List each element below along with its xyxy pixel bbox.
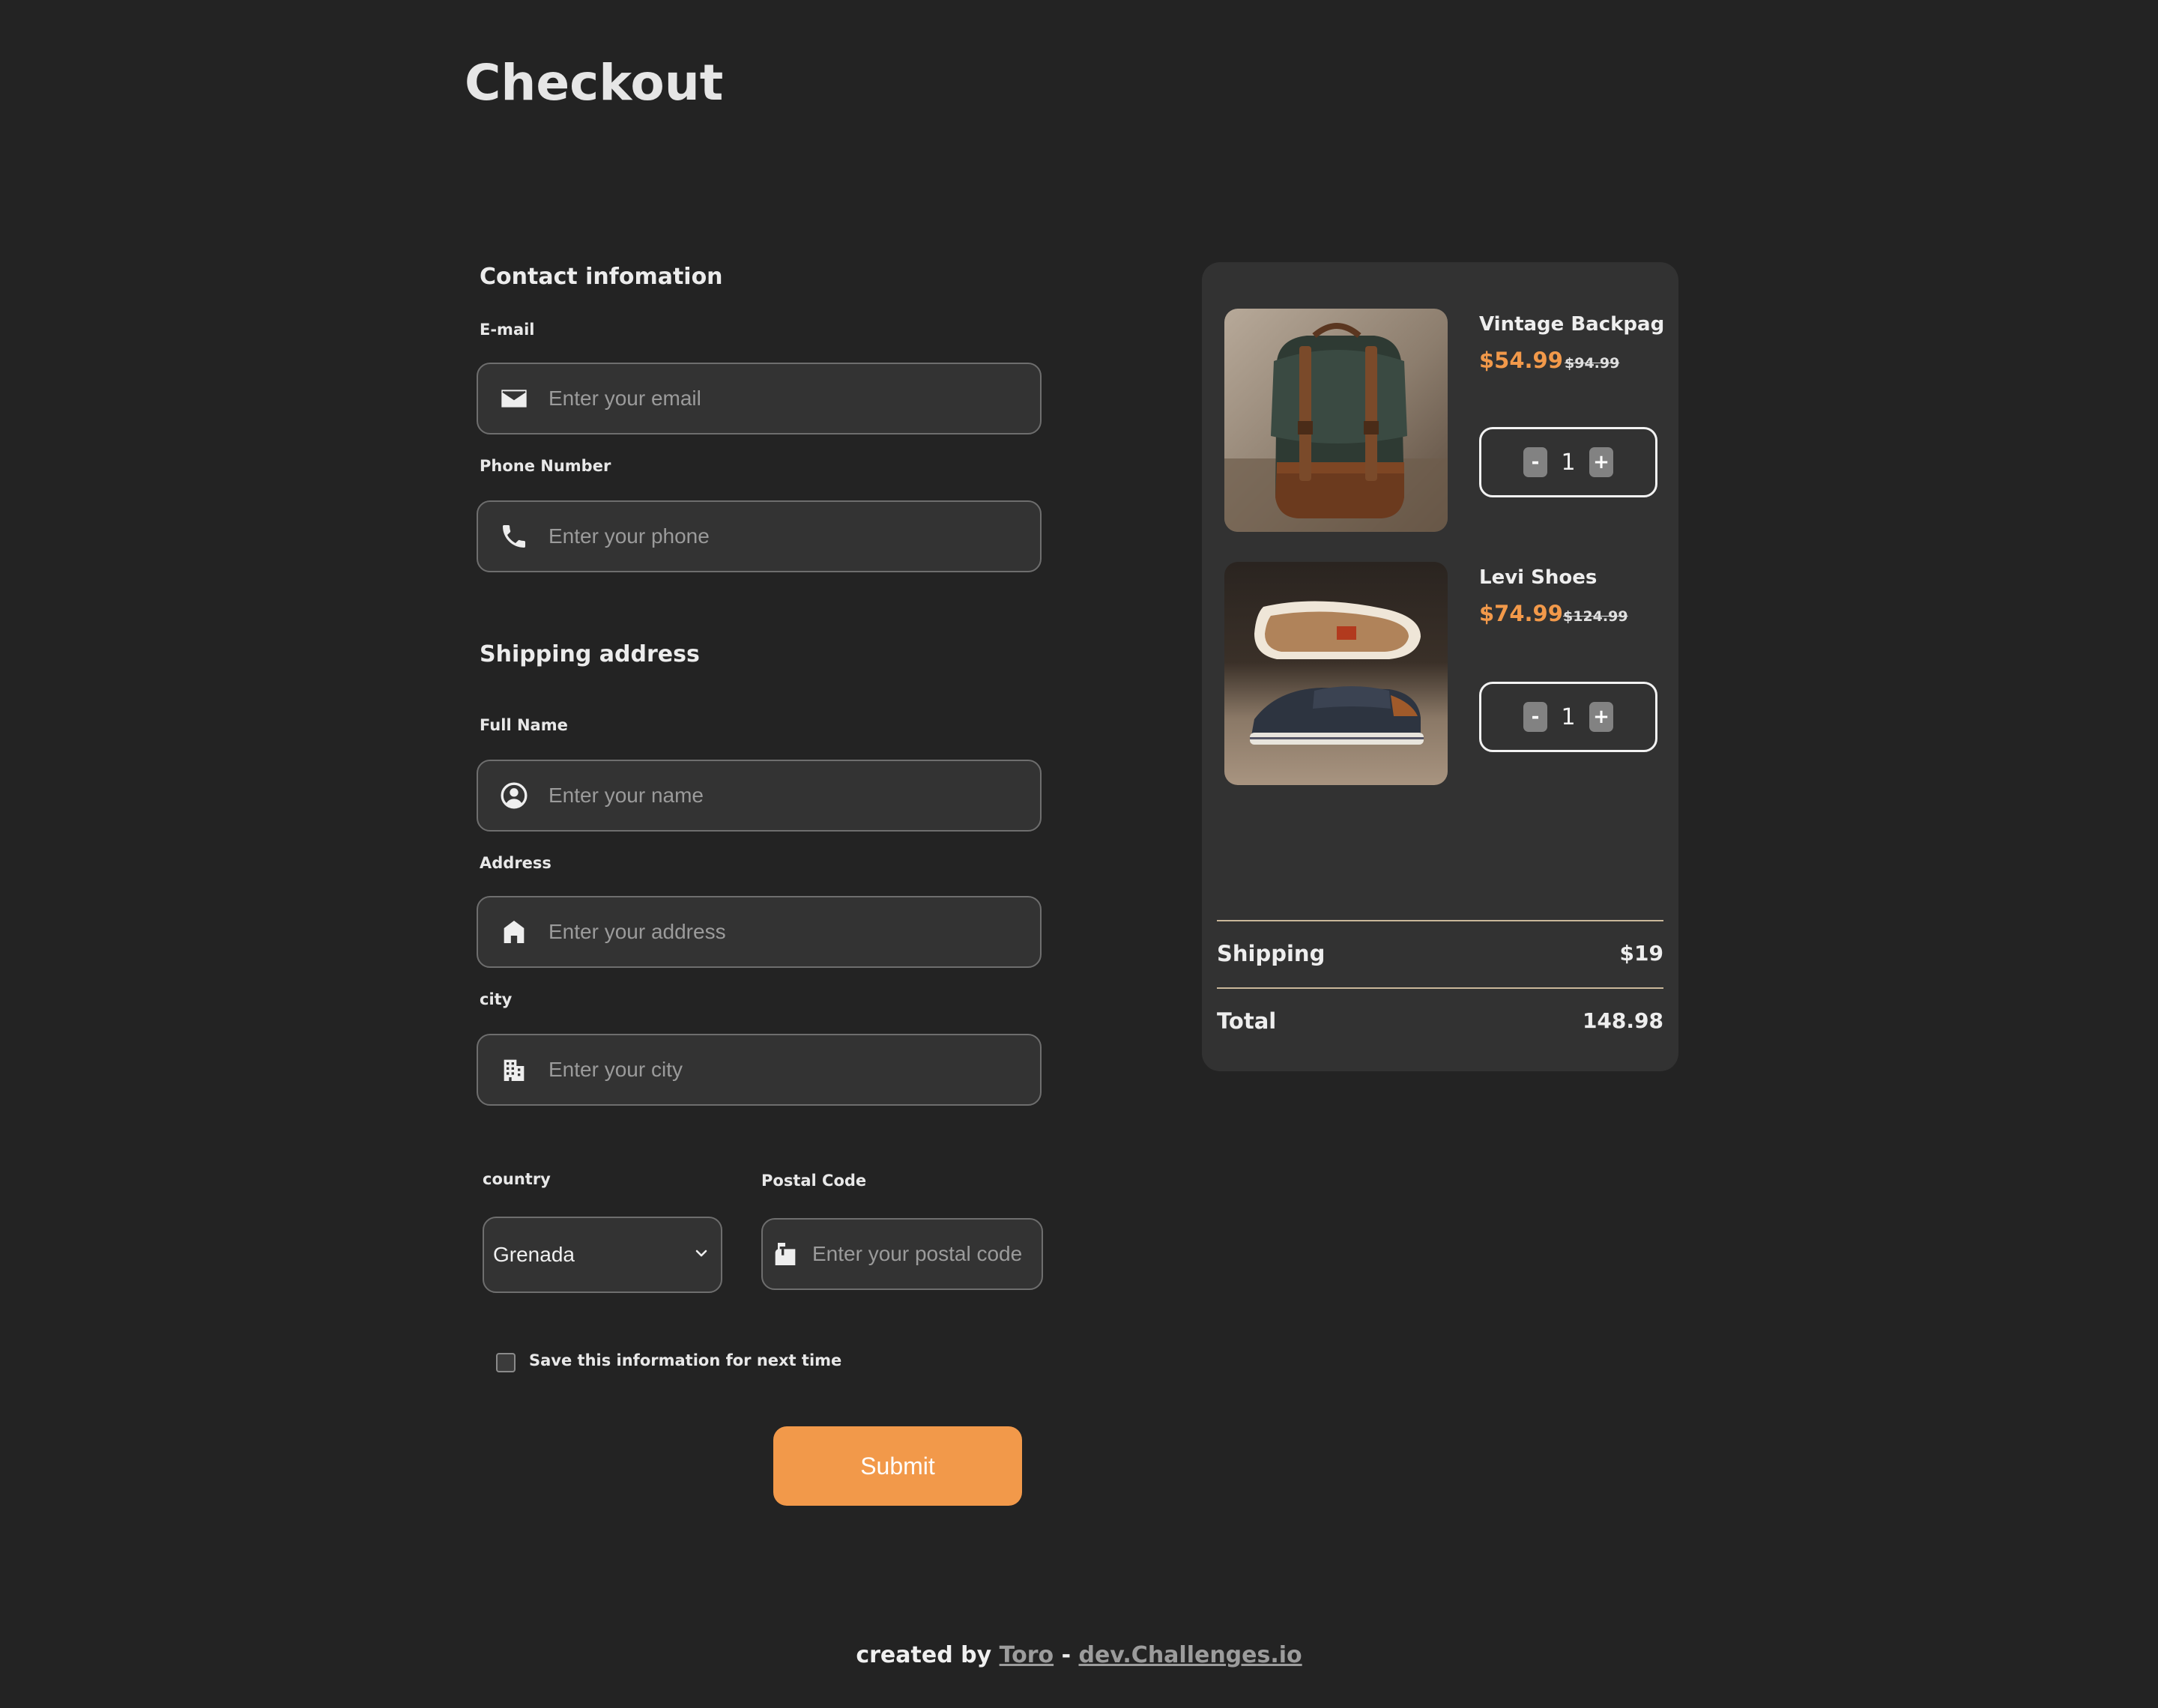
address-field[interactable] bbox=[477, 896, 1042, 968]
email-label: E-mail bbox=[480, 321, 535, 339]
address-input[interactable] bbox=[547, 919, 1040, 945]
country-select[interactable]: Grenada bbox=[483, 1217, 722, 1293]
phone-input[interactable] bbox=[547, 524, 1040, 549]
postal-code-field[interactable] bbox=[761, 1218, 1043, 1290]
summary-divider bbox=[1217, 987, 1663, 989]
shipping-value: $19 bbox=[1619, 941, 1663, 966]
shipping-section-title: Shipping address bbox=[480, 641, 700, 667]
shoes-image bbox=[1224, 562, 1448, 785]
country-selected-value: Grenada bbox=[493, 1243, 575, 1266]
site-link[interactable]: dev.Challenges.io bbox=[1078, 1642, 1302, 1668]
quantity-stepper: - 1 + bbox=[1479, 682, 1657, 752]
cart-item-name: Vintage Backpag bbox=[1479, 313, 1665, 336]
full-name-field[interactable] bbox=[477, 760, 1042, 832]
cart-item-old-price: $94.99 bbox=[1565, 355, 1620, 372]
total-value: 148.98 bbox=[1582, 1008, 1663, 1033]
phone-field[interactable] bbox=[477, 500, 1042, 572]
cart-item-name: Levi Shoes bbox=[1479, 566, 1598, 589]
contact-section-title: Contact infomation bbox=[480, 264, 723, 290]
footer-prefix: created by bbox=[856, 1642, 992, 1668]
phone-icon bbox=[499, 521, 529, 551]
footer-separator: - bbox=[1061, 1642, 1072, 1668]
envelope-icon bbox=[499, 384, 529, 414]
summary-divider bbox=[1217, 920, 1663, 921]
author-link[interactable]: Toro bbox=[1000, 1642, 1054, 1668]
increase-quantity-button[interactable]: + bbox=[1589, 702, 1613, 732]
city-label: city bbox=[480, 990, 513, 1008]
total-label: Total bbox=[1217, 1008, 1277, 1034]
page-title: Checkout bbox=[465, 54, 724, 112]
increase-quantity-button[interactable]: + bbox=[1589, 447, 1613, 477]
full-name-input[interactable] bbox=[547, 783, 1040, 808]
city-input[interactable] bbox=[547, 1057, 1040, 1082]
submit-button[interactable]: Submit bbox=[773, 1426, 1022, 1506]
save-info-label: Save this information for next time bbox=[529, 1351, 842, 1369]
home-icon bbox=[499, 917, 529, 947]
backpack-image bbox=[1224, 309, 1448, 532]
quantity-stepper: - 1 + bbox=[1479, 427, 1657, 497]
save-info-checkbox[interactable] bbox=[496, 1353, 516, 1372]
quantity-value: 1 bbox=[1561, 449, 1576, 476]
full-name-label: Full Name bbox=[480, 716, 568, 734]
chevron-down-icon bbox=[692, 1244, 710, 1265]
mailbox-icon bbox=[770, 1239, 800, 1269]
footer: created by Toro - dev.Challenges.io bbox=[0, 1642, 2158, 1668]
address-label: Address bbox=[480, 854, 551, 872]
phone-label: Phone Number bbox=[480, 457, 611, 475]
email-input[interactable] bbox=[547, 386, 1040, 411]
building-icon bbox=[499, 1055, 529, 1085]
postal-code-input[interactable] bbox=[811, 1241, 1042, 1267]
quantity-value: 1 bbox=[1561, 703, 1576, 730]
decrease-quantity-button[interactable]: - bbox=[1523, 702, 1547, 732]
cart-item-old-price: $124.99 bbox=[1563, 608, 1628, 625]
decrease-quantity-button[interactable]: - bbox=[1523, 447, 1547, 477]
cart-item-price: $54.99 bbox=[1479, 348, 1563, 373]
country-label: country bbox=[483, 1170, 551, 1188]
shipping-label: Shipping bbox=[1217, 941, 1326, 966]
cart-item-price: $74.99 bbox=[1479, 601, 1563, 626]
city-field[interactable] bbox=[477, 1034, 1042, 1106]
postal-code-label: Postal Code bbox=[761, 1172, 867, 1190]
user-circle-icon bbox=[499, 781, 529, 811]
email-field[interactable] bbox=[477, 363, 1042, 434]
